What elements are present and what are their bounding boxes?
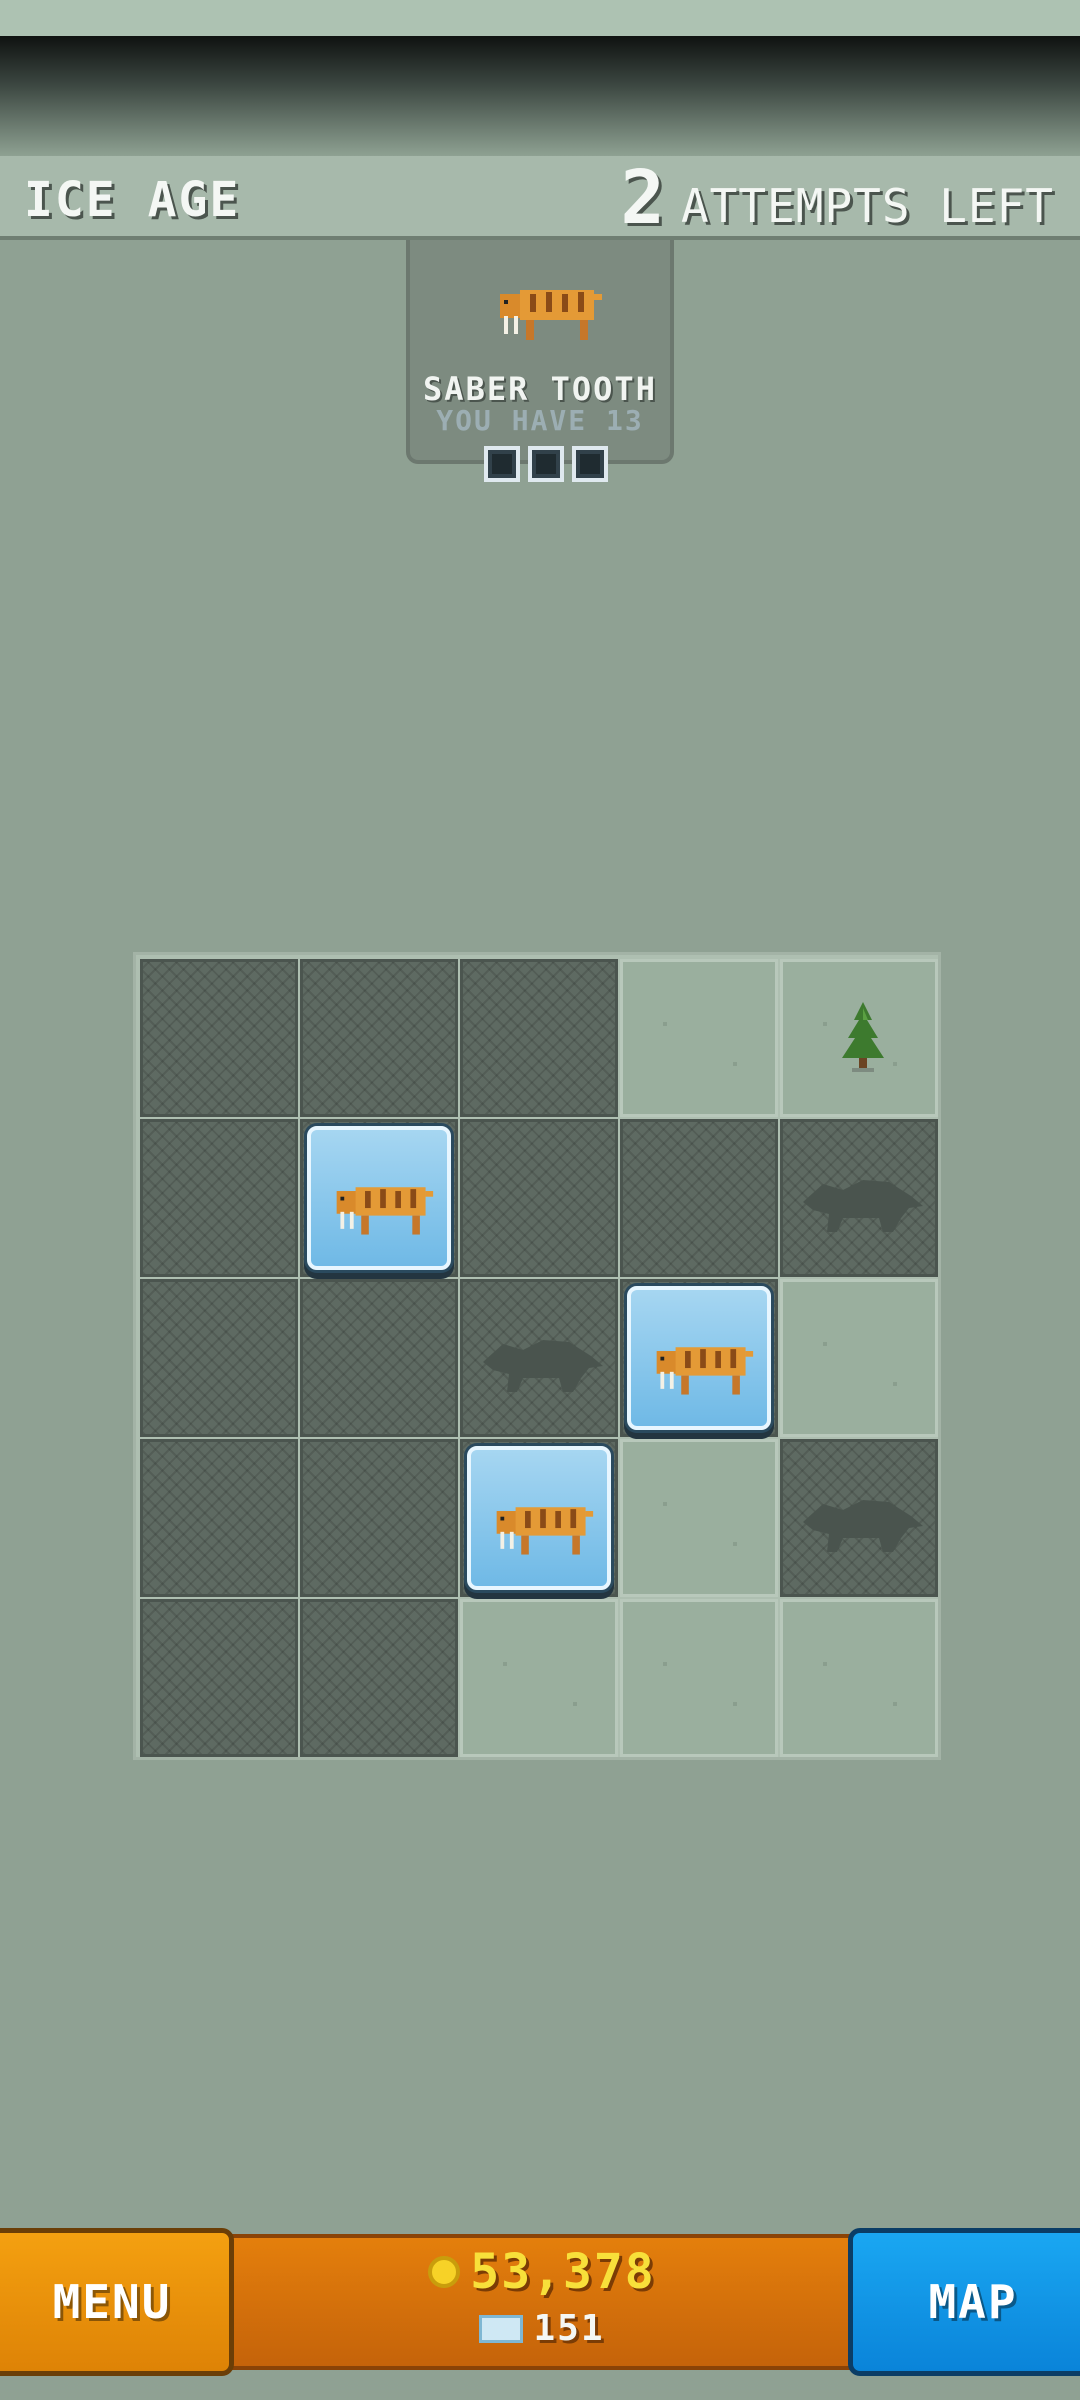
board-cell-locked[interactable] [140,1279,298,1437]
board-cell-empty[interactable] [780,1599,938,1757]
saber-tooth-tile[interactable] [627,1286,771,1430]
animal-silhouette-icon [803,1180,923,1232]
board-cell-locked[interactable] [140,1599,298,1757]
board-cell-empty[interactable] [620,1599,778,1757]
progress-box [528,446,564,482]
attempts-label: ATTEMPTS LEFT [680,179,1054,233]
board-cell-locked[interactable] [780,1439,938,1597]
tree-icon [842,1002,884,1072]
board-cell-tile[interactable] [460,1439,618,1597]
progress-box [484,446,520,482]
board-cell-locked[interactable] [620,1119,778,1277]
saber-tooth-icon [656,1347,754,1395]
board-cell-empty[interactable] [780,1279,938,1437]
attempts-count: 2 [620,155,667,241]
board-cell-locked[interactable] [300,1439,458,1597]
coin-icon [428,2256,461,2288]
board-cell-locked[interactable] [460,1119,618,1277]
bottom-bar: 53,378 151 MENU MAP [0,2228,1080,2378]
board-cell-locked[interactable] [300,1279,458,1437]
saber-tooth-icon [500,290,602,340]
board-cell-locked[interactable] [460,1279,618,1437]
goal-progress [484,446,608,482]
gems-value: 151 [533,2308,605,2349]
board-cell-locked[interactable] [140,1119,298,1277]
goal-subtitle: YOU HAVE 13 [436,404,644,437]
board-cell-locked[interactable] [780,1119,938,1277]
progress-box [572,446,608,482]
saber-tooth-tile[interactable] [467,1446,611,1590]
status-bar [0,0,1080,40]
top-shade [0,36,1080,156]
goal-card: SABER TOOTH YOU HAVE 13 [406,240,674,464]
currency-panel: 53,378 151 [222,2234,862,2370]
saber-tooth-icon [336,1187,434,1235]
board-cell-tile[interactable] [620,1279,778,1437]
board-cell-tile[interactable] [300,1119,458,1277]
board-cell-empty[interactable] [620,1439,778,1597]
animal-silhouette-icon [803,1500,923,1552]
gem-icon [479,2314,524,2343]
attempts-counter: 2 ATTEMPTS LEFT [620,158,1054,238]
board-cell-locked[interactable] [460,959,618,1117]
board-cell-locked[interactable] [140,1439,298,1597]
menu-button[interactable]: MENU [0,2228,234,2376]
saber-tooth-icon [496,1507,594,1555]
board-cell-empty[interactable] [780,959,938,1117]
game-board [133,952,941,1760]
board-cell-locked[interactable] [140,959,298,1117]
board-cell-empty[interactable] [620,959,778,1117]
coins-value: 53,378 [470,2244,656,2300]
coins-row: 53,378 [226,2244,858,2300]
board-cell-locked[interactable] [300,959,458,1117]
level-header: ICE AGE 2 ATTEMPTS LEFT [0,156,1080,240]
board-cell-empty[interactable] [460,1599,618,1757]
map-button[interactable]: MAP [848,2228,1080,2376]
level-name: ICE AGE [24,172,241,228]
board-cell-locked[interactable] [300,1599,458,1757]
saber-tooth-tile[interactable] [307,1126,451,1270]
goal-animal-name: SABER TOOTH [423,370,657,408]
gems-row: 151 [226,2308,858,2349]
animal-silhouette-icon [483,1340,603,1392]
